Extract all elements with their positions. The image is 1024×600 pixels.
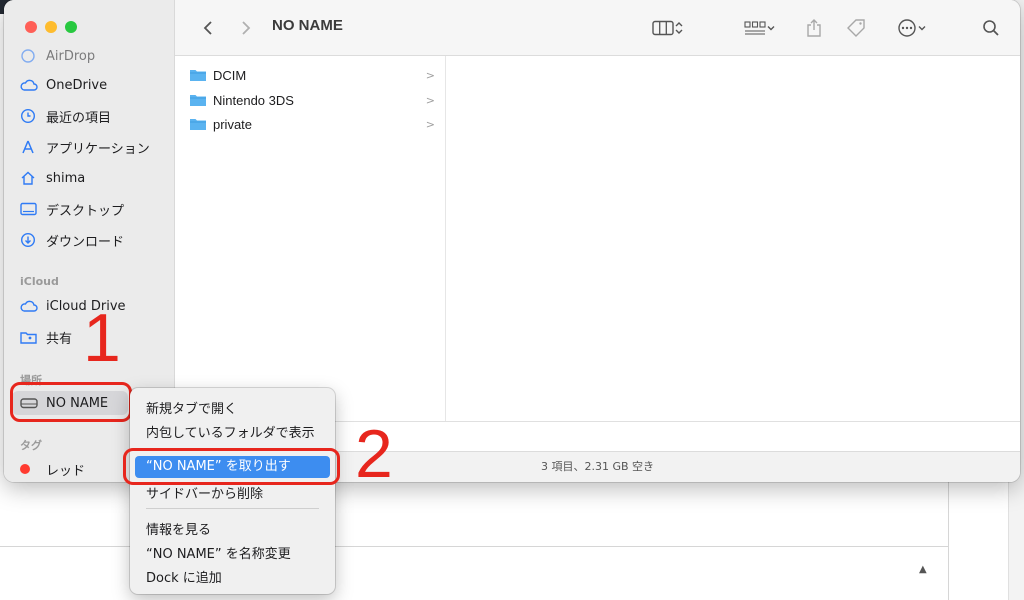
menu-item-get-info[interactable]: 情報を見る	[146, 519, 211, 538]
tag-dot-icon	[20, 464, 42, 474]
window-title: NO NAME	[272, 17, 343, 34]
sidebar-item-label: 最近の項目	[46, 110, 112, 126]
toolbar: NO NAME	[175, 0, 1020, 56]
menu-separator	[146, 508, 319, 509]
folder-icon	[190, 70, 206, 81]
menu-item-rename[interactable]: “NO NAME” を名称変更	[146, 543, 291, 562]
file-column: DCIM > Nintendo 3DS > private >	[175, 56, 446, 421]
menu-item-show-enclosing-folder[interactable]: 内包しているフォルダで表示	[146, 422, 315, 441]
airdrop-icon	[20, 48, 42, 64]
sidebar-item-label: shima	[46, 170, 86, 186]
cloud-icon	[20, 78, 42, 92]
sidebar-item-label: 共有	[46, 331, 73, 347]
sidebar-item-home[interactable]: shima	[12, 166, 170, 190]
shared-folder-icon	[20, 330, 42, 344]
view-mode-button[interactable]	[645, 16, 691, 40]
minimize-window-button[interactable]	[45, 21, 57, 33]
folder-icon	[190, 95, 206, 106]
sidebar-item-label: AirDrop	[46, 48, 96, 64]
more-actions-button[interactable]	[890, 16, 934, 40]
group-grid-icon	[744, 21, 766, 35]
sidebar-section-icloud: iCloud	[20, 275, 59, 288]
file-row-dcim[interactable]: DCIM >	[189, 63, 437, 87]
file-name: DCIM	[213, 67, 247, 83]
sidebar-item-label: OneDrive	[46, 77, 108, 93]
back-button[interactable]	[197, 16, 219, 40]
close-window-button[interactable]	[25, 21, 37, 33]
search-button[interactable]	[979, 16, 1003, 40]
sidebar-section-tags: タグ	[20, 439, 42, 452]
chevron-right-icon: >	[425, 93, 435, 107]
annotation-step-2: 2	[355, 416, 393, 492]
desktop-icon	[20, 202, 42, 216]
chevron-left-icon	[203, 21, 212, 35]
up-down-chevron-icon	[675, 22, 683, 34]
ellipsis-circle-icon	[898, 19, 916, 37]
sidebar-item-downloads[interactable]: ダウンロード	[12, 228, 170, 252]
background-divider-vertical	[948, 482, 949, 600]
menu-item-open-new-tab[interactable]: 新規タブで開く	[146, 398, 237, 417]
sidebar-item-label: アプリケーション	[46, 141, 150, 157]
share-button[interactable]	[802, 16, 826, 40]
clock-icon	[20, 108, 42, 124]
file-name: Nintendo 3DS	[213, 92, 294, 108]
sidebar-item-airdrop[interactable]: AirDrop	[12, 44, 170, 68]
chevron-down-icon	[918, 26, 926, 31]
chevron-right-icon: >	[425, 68, 435, 82]
forward-button[interactable]	[235, 16, 257, 40]
sidebar-item-label: ダウンロード	[46, 234, 125, 250]
chevron-right-icon	[242, 21, 251, 35]
sidebar-item-label: デスクトップ	[46, 203, 125, 219]
sidebar-item-recents[interactable]: 最近の項目	[12, 104, 170, 128]
maximize-window-button[interactable]	[65, 21, 77, 33]
preview-column	[446, 56, 1020, 421]
tag-icon	[847, 19, 865, 37]
sidebar-item-label: レッド	[46, 463, 86, 479]
sidebar-item-onedrive[interactable]: OneDrive	[12, 73, 170, 97]
icloud-icon	[20, 299, 42, 313]
tag-button[interactable]	[843, 16, 869, 40]
annotation-highlight-drive	[10, 382, 132, 422]
file-row-nintendo-3ds[interactable]: Nintendo 3DS >	[189, 88, 437, 112]
columns-view-icon	[652, 20, 674, 36]
annotation-step-1: 1	[83, 300, 121, 376]
group-button[interactable]	[738, 16, 782, 40]
download-icon	[20, 232, 42, 248]
menu-item-remove-from-sidebar[interactable]: サイドバーから削除	[146, 483, 263, 502]
chevron-down-icon	[767, 26, 775, 31]
folder-icon	[190, 119, 206, 130]
share-icon	[807, 19, 821, 37]
file-name: private	[213, 116, 253, 132]
context-menu: 新規タブで開く 内包しているフォルダで表示 “NO NAME” を取り出す サイ…	[130, 388, 335, 594]
sidebar-item-desktop[interactable]: デスクトップ	[12, 197, 170, 221]
menu-item-add-to-dock[interactable]: Dock に追加	[146, 567, 222, 586]
scroll-up-arrow-icon[interactable]: ▲	[919, 564, 927, 575]
applications-icon	[20, 139, 42, 155]
search-icon	[983, 20, 999, 36]
chevron-right-icon: >	[425, 117, 435, 131]
file-row-private[interactable]: private >	[189, 112, 437, 136]
annotation-highlight-eject	[123, 448, 340, 485]
red-tag-icon	[20, 464, 30, 474]
home-icon	[20, 170, 42, 186]
sidebar-item-applications[interactable]: アプリケーション	[12, 135, 170, 159]
